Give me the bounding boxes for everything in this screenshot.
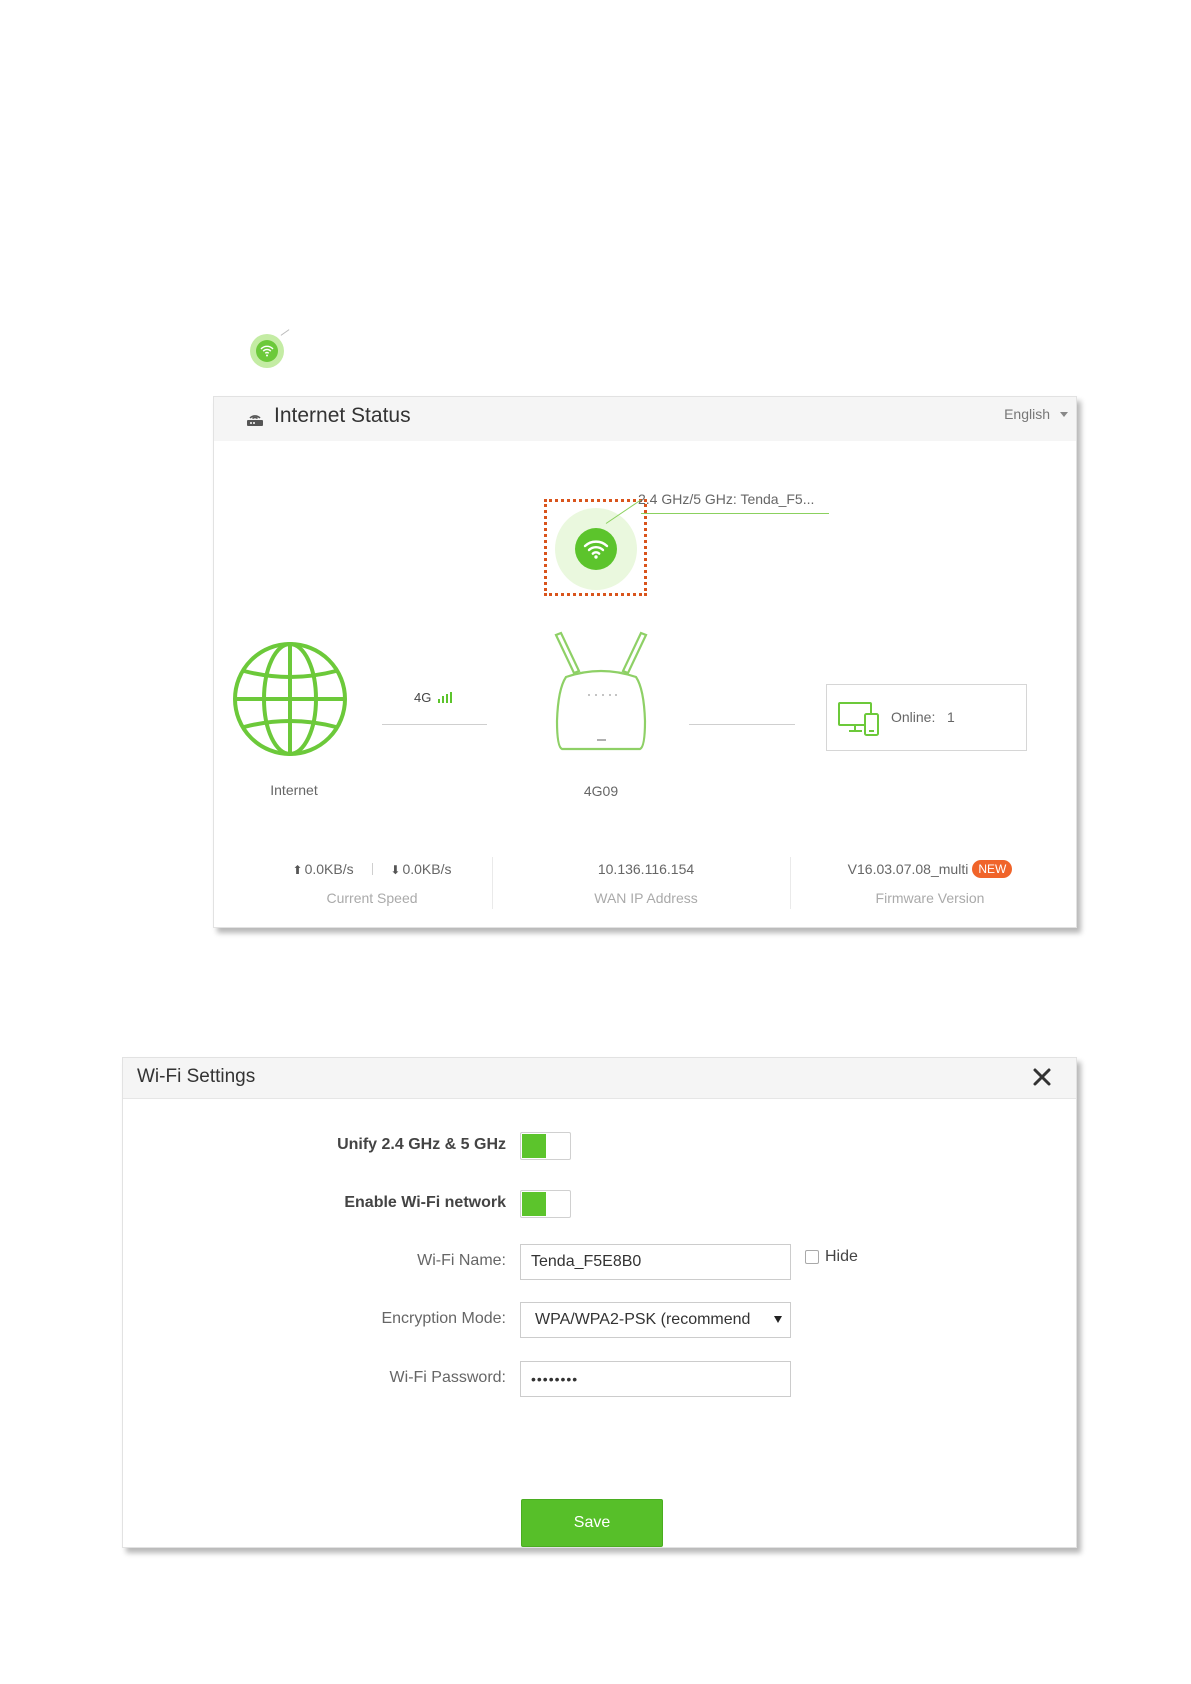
globe-icon [233, 642, 347, 756]
toggle-on-indicator [522, 1134, 546, 1158]
firmware-caption: Firmware Version [875, 890, 985, 906]
speed-caption: Current Speed [326, 890, 418, 906]
network-type-badge: 4G [414, 690, 453, 705]
encryption-label: Encryption Mode: [381, 1310, 506, 1327]
enable-wifi-label: Enable Wi-Fi network [344, 1194, 506, 1211]
link-line-right [689, 724, 795, 725]
dropdown-caret-icon [774, 1316, 782, 1323]
status-header: Internet Status English [214, 397, 1076, 441]
download-speed: 0.0KB/s [402, 861, 452, 877]
firmware-stat: V16.03.07.08_multi NEW Firmware Version [800, 859, 1060, 906]
wifi-settings-dialog: Wi-Fi Settings Unify 2.4 GHz & 5 GHz Ena… [122, 1057, 1077, 1548]
save-button[interactable]: Save [521, 1499, 663, 1547]
wifi-password-input[interactable]: •••••••• [520, 1361, 791, 1397]
ssid-text[interactable]: 2.4 GHz/5 GHz: Tenda_F5... [638, 491, 814, 507]
current-speed-stat: ⬆ 0.0KB/s ⬇ 0.0KB/s Current Speed [252, 859, 492, 906]
online-count: 1 [947, 709, 955, 725]
router-device-icon [554, 631, 648, 751]
internet-status-panel: Internet Status English 2.4 GHz/5 GHz: T… [213, 396, 1077, 928]
router-label: 4G09 [583, 783, 619, 799]
download-arrow-icon: ⬇ [390, 863, 401, 877]
router-status-icon [247, 415, 263, 426]
wifi-name-label: Wi-Fi Name: [417, 1252, 506, 1269]
wifi-name-input[interactable]: Tenda_F5E8B0 [520, 1244, 791, 1280]
speed-separator [371, 863, 373, 875]
language-selector[interactable]: English [1004, 405, 1050, 423]
encryption-select[interactable]: WPA/WPA2-PSK (recommend [520, 1302, 791, 1338]
wan-ip-value: 10.136.116.154 [597, 861, 695, 877]
encryption-value: WPA/WPA2-PSK (recommend [535, 1311, 751, 1328]
new-firmware-badge[interactable]: NEW [972, 860, 1013, 878]
language-caret-icon[interactable] [1060, 412, 1068, 417]
hide-checkbox[interactable] [805, 1250, 819, 1264]
online-devices-card[interactable]: Online: 1 [826, 684, 1027, 751]
unify-toggle[interactable] [520, 1132, 571, 1160]
password-label: Wi-Fi Password: [389, 1369, 506, 1386]
hide-label: Hide [825, 1248, 858, 1265]
online-label: Online: [891, 709, 936, 725]
network-type: 4G [414, 690, 432, 705]
firmware-value: V16.03.07.08_multi [847, 861, 969, 877]
link-line-left [382, 724, 487, 725]
hide-ssid-option[interactable]: Hide [805, 1248, 858, 1266]
unify-label: Unify 2.4 GHz & 5 GHz [337, 1136, 506, 1153]
internet-label: Internet [270, 782, 318, 798]
close-icon[interactable] [1030, 1065, 1054, 1089]
wan-ip-stat: 10.136.116.154 WAN IP Address [510, 859, 782, 906]
upload-speed: 0.0KB/s [304, 861, 354, 877]
ssid-underline [641, 513, 829, 514]
devices-icon [838, 702, 879, 736]
footer-divider [790, 857, 791, 909]
upload-arrow-icon: ⬆ [292, 863, 303, 877]
wan-ip-caption: WAN IP Address [594, 890, 698, 906]
signal-bars-icon [438, 692, 453, 703]
toggle-on-indicator [522, 1192, 546, 1216]
dialog-title: Wi-Fi Settings [137, 1066, 256, 1087]
highlight-marker [544, 499, 647, 596]
dialog-header: Wi-Fi Settings [123, 1058, 1076, 1099]
footer-divider [492, 857, 493, 909]
enable-wifi-toggle[interactable] [520, 1190, 571, 1218]
status-title: Internet Status [274, 404, 411, 427]
floating-wifi-icon [250, 329, 290, 368]
